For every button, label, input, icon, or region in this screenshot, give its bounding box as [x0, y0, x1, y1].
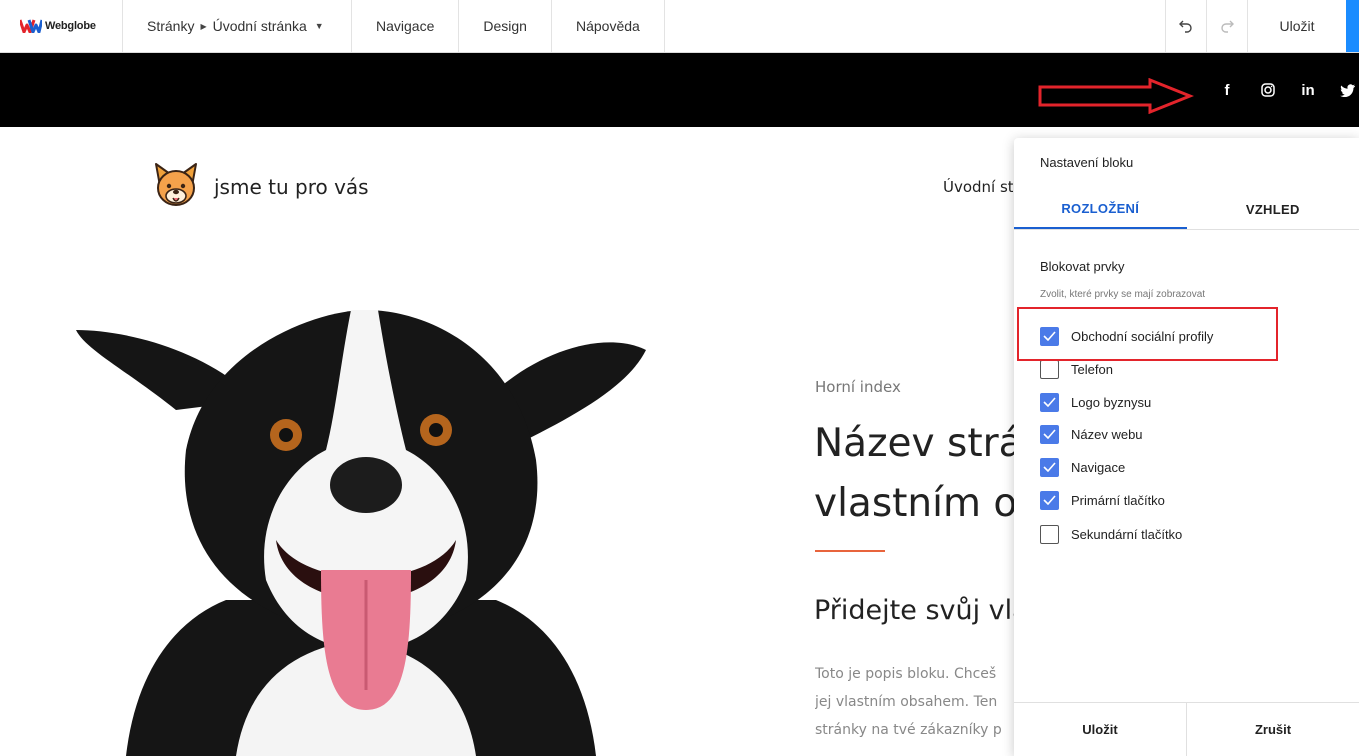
toolbar-accent-strip	[1346, 0, 1359, 52]
checkbox-checked[interactable]	[1040, 424, 1059, 444]
checkmark-icon	[1043, 429, 1056, 439]
annotation-arrow-icon	[1038, 78, 1194, 114]
toolbar-spacer	[665, 0, 1166, 52]
panel-save-button[interactable]: Uložit	[1014, 703, 1186, 756]
navigation-label: Navigace	[376, 18, 435, 34]
brand-logo[interactable]: Webglobe	[0, 0, 123, 52]
checkmark-icon	[1043, 462, 1056, 472]
option-row[interactable]: Název webu	[1040, 424, 1143, 444]
hero-title: Název stránky vlastním obsahem	[814, 414, 1014, 534]
hero-desc-line: jej vlastním obsahem. Ten	[815, 694, 998, 710]
block-settings-panel: Nastavení bloku ROZLOŽENÍ VZHLED Blokova…	[1014, 138, 1359, 756]
hero-title-line2: vlastním obsahem	[814, 481, 1014, 526]
panel-footer: Uložit Zrušit	[1014, 702, 1359, 756]
checkbox-checked[interactable]	[1040, 457, 1059, 477]
hero-divider	[815, 550, 885, 552]
option-row[interactable]: Sekundární tlačítko	[1040, 524, 1182, 544]
navigation-menu[interactable]: Navigace	[352, 0, 460, 52]
hero-desc-line: stránky na tvé zákazníky p	[815, 722, 1002, 738]
save-label: Uložit	[1279, 18, 1315, 34]
option-label: Název webu	[1071, 426, 1143, 442]
option-label: Primární tlačítko	[1071, 492, 1165, 508]
hero-eyebrow: Horní index	[815, 378, 901, 396]
checkbox-checked[interactable]	[1040, 392, 1059, 412]
checkmark-icon	[1043, 397, 1056, 407]
instagram-glyph	[1261, 83, 1275, 97]
page-selector[interactable]: Stránky ▶ Úvodní stránka ▼	[123, 0, 352, 52]
redo-button[interactable]	[1207, 0, 1248, 52]
pages-label: Stránky	[147, 18, 195, 34]
checkbox-unchecked[interactable]	[1040, 524, 1059, 544]
option-label: Logo byznysu	[1071, 394, 1152, 410]
undo-button[interactable]	[1166, 0, 1207, 52]
checkbox-checked[interactable]	[1040, 490, 1059, 510]
hero-description: Toto je popis bloku. Chceš jej vlastním …	[815, 660, 1015, 744]
option-row[interactable]: Logo byznysu	[1040, 392, 1151, 412]
twitter-glyph	[1339, 83, 1355, 97]
redo-icon	[1221, 20, 1234, 33]
option-label: Sekundární tlačítko	[1071, 526, 1183, 542]
panel-tabs: ROZLOŽENÍ VZHLED	[1014, 190, 1359, 230]
facebook-icon[interactable]: f	[1218, 76, 1236, 104]
linkedin-icon[interactable]: in	[1297, 76, 1319, 104]
site-name[interactable]: jsme tu pro vás	[214, 175, 369, 199]
editor-toolbar: Webglobe Stránky ▶ Úvodní stránka ▼ Navi…	[0, 0, 1359, 53]
hero-desc-line: Toto je popis bloku. Chceš	[815, 666, 997, 682]
tab-layout[interactable]: ROZLOŽENÍ	[1014, 190, 1187, 229]
breadcrumb-arrow-icon: ▶	[200, 21, 207, 31]
chevron-down-icon: ▼	[314, 21, 324, 31]
option-label: Navigace	[1071, 459, 1126, 475]
checkmark-icon	[1043, 495, 1056, 505]
twitter-icon[interactable]	[1337, 76, 1357, 104]
annotation-highlight-box	[1017, 307, 1278, 361]
design-label: Design	[483, 18, 527, 34]
panel-title: Nastavení bloku	[1040, 155, 1134, 170]
save-button[interactable]: Uložit	[1248, 0, 1346, 52]
hero-title-line1: Název stránky	[814, 421, 1014, 466]
current-page-label: Úvodní stránka	[212, 18, 307, 34]
option-row[interactable]: Telefon	[1040, 359, 1113, 379]
option-row[interactable]: Primární tlačítko	[1040, 490, 1165, 510]
section-hint: Zvolit, které prvky se mají zobrazovat	[1040, 289, 1206, 300]
linkedin-glyph: in	[1301, 81, 1315, 99]
section-title: Blokovat prvky	[1040, 259, 1125, 274]
help-menu[interactable]: Nápověda	[552, 0, 665, 52]
webglobe-logo-icon	[20, 19, 42, 33]
panel-cancel-button[interactable]: Zrušit	[1186, 703, 1359, 756]
design-menu[interactable]: Design	[459, 0, 552, 52]
site-logo-icon[interactable]	[150, 160, 202, 212]
tab-appearance[interactable]: VZHLED	[1187, 190, 1359, 229]
checkbox-unchecked[interactable]	[1040, 359, 1059, 379]
option-label: Telefon	[1071, 361, 1113, 377]
brand-name: Webglobe	[45, 20, 96, 32]
undo-icon	[1179, 20, 1192, 33]
hero-dog-image	[76, 310, 646, 756]
hero-subtitle: Přidejte svůj vlastní	[814, 595, 1014, 626]
instagram-icon[interactable]	[1258, 76, 1278, 104]
site-nav-home[interactable]: Úvodní stránka	[943, 178, 1013, 196]
option-row[interactable]: Navigace	[1040, 457, 1125, 477]
help-label: Nápověda	[575, 18, 640, 34]
facebook-glyph: f	[1224, 81, 1230, 99]
